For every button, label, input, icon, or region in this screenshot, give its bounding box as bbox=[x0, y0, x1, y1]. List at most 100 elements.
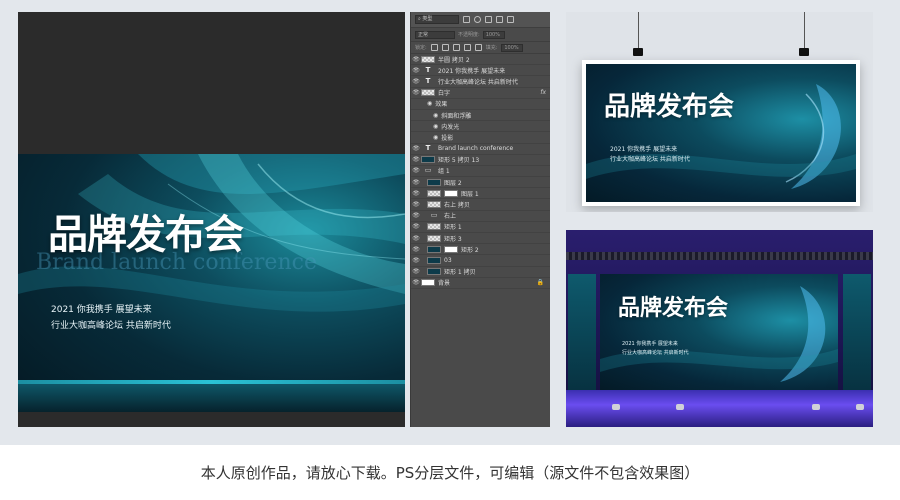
layer-filter-select[interactable]: ⌕ 类型 bbox=[415, 15, 459, 24]
layers-panel: ⌕ 类型 正常 不透明度: 100% 锁定: 填充: 100% 👁 半圆 拷贝 2… bbox=[410, 12, 550, 427]
visibility-eye-icon[interactable]: 👁 bbox=[411, 223, 421, 230]
photoshop-canvas[interactable]: Brand launch conference 品牌发布会 2021 你我携手 … bbox=[18, 12, 405, 427]
blend-mode-select[interactable]: 正常 bbox=[415, 30, 455, 39]
visibility-eye-icon[interactable]: 👁 bbox=[411, 268, 421, 275]
layer-row[interactable]: 👁 矩形 1 拷贝 bbox=[411, 267, 550, 278]
layer-row[interactable]: ◉ 内发光 bbox=[411, 121, 550, 133]
layer-name: 矩形 3 bbox=[444, 235, 462, 243]
layer-row[interactable]: ◉ 投影 bbox=[411, 132, 550, 144]
lock-artboard-icon[interactable] bbox=[463, 44, 471, 51]
visibility-eye-icon[interactable]: 👁 bbox=[411, 190, 421, 197]
visibility-eye-icon[interactable]: 👁 bbox=[411, 56, 421, 63]
text-layer-icon: T bbox=[425, 65, 431, 74]
visibility-eye-icon[interactable]: 👁 bbox=[411, 67, 421, 74]
lock-all-icon[interactable] bbox=[474, 44, 482, 51]
layer-row[interactable]: 👁 T Brand launch conference bbox=[411, 144, 550, 155]
layer-name: 矩形 5 拷贝 13 bbox=[438, 157, 480, 165]
layer-name: 行业大咖高峰论坛 共启新时代 bbox=[438, 78, 518, 86]
layer-effects-icon[interactable]: fx bbox=[540, 89, 546, 96]
layer-thumbnail bbox=[427, 245, 441, 253]
lock-label: 锁定: bbox=[415, 45, 427, 51]
visibility-eye-icon[interactable]: 👁 bbox=[411, 212, 421, 219]
visibility-eye-icon[interactable]: 👁 bbox=[411, 145, 421, 152]
lock-move-icon[interactable] bbox=[452, 44, 460, 51]
fill-input[interactable]: 100% bbox=[501, 43, 524, 52]
layer-row[interactable]: 👁 白字 fx bbox=[411, 88, 550, 99]
visibility-eye-icon[interactable]: 👁 bbox=[411, 235, 421, 242]
hanging-wire-right bbox=[804, 12, 805, 48]
visibility-eye-icon[interactable]: 👁 bbox=[411, 78, 421, 85]
layer-mask-thumbnail[interactable] bbox=[444, 245, 458, 253]
visibility-eye-icon[interactable]: 👁 bbox=[411, 167, 421, 174]
stage-title: 品牌发布会 bbox=[618, 295, 729, 321]
artwork-line-2: 行业大咖高峰论坛 共启新时代 bbox=[51, 321, 171, 331]
layer-name: 矩形 1 bbox=[444, 224, 462, 232]
artwork-ground bbox=[18, 384, 405, 412]
opacity-input[interactable]: 100% bbox=[482, 30, 505, 39]
layer-mask-thumbnail[interactable] bbox=[444, 189, 458, 197]
stage-side-screen-right bbox=[843, 274, 871, 390]
layer-row[interactable]: 👁 矩形 5 拷贝 13 bbox=[411, 155, 550, 166]
lock-pixels-icon[interactable] bbox=[430, 44, 438, 51]
type-filter-icon[interactable] bbox=[485, 16, 492, 23]
layer-name: Brand launch conference bbox=[438, 145, 514, 153]
layer-row[interactable]: 👁 半圆 拷贝 2 bbox=[411, 54, 550, 66]
stage-truss bbox=[566, 252, 873, 260]
banner-feather-graphic bbox=[586, 84, 856, 189]
layer-row[interactable]: 👁 图层 2 bbox=[411, 177, 550, 189]
effect-visibility-icon[interactable]: ◉ bbox=[427, 100, 432, 107]
stage-light-icon bbox=[612, 404, 620, 410]
layer-name: 背景 bbox=[438, 280, 451, 288]
stage-side-screen-left bbox=[568, 274, 596, 390]
layer-row[interactable]: 👁 右上 拷贝 bbox=[411, 199, 550, 211]
layer-name: 2021 你我携手 展望未来 bbox=[438, 67, 506, 75]
layer-row[interactable]: 👁 T 行业大咖高峰论坛 共启新时代 bbox=[411, 76, 550, 88]
layer-row[interactable]: 👁 ▭ 组 1 bbox=[411, 166, 550, 178]
effect-visibility-icon[interactable]: ◉ bbox=[433, 112, 438, 119]
banner-line-2: 行业大咖高峰论坛 共启新时代 bbox=[610, 156, 690, 163]
layer-name: 效果 bbox=[435, 101, 448, 109]
lock-paint-icon[interactable] bbox=[441, 44, 449, 51]
layer-thumbnail bbox=[427, 223, 441, 231]
layer-row[interactable]: 👁 矩形 1 bbox=[411, 222, 550, 233]
visibility-eye-icon[interactable]: 👁 bbox=[411, 156, 421, 163]
shape-filter-icon[interactable] bbox=[496, 16, 503, 23]
layer-row[interactable]: 👁 矩形 3 bbox=[411, 233, 550, 245]
smart-object-filter-icon[interactable] bbox=[507, 16, 514, 23]
artboard: Brand launch conference 品牌发布会 2021 你我携手 … bbox=[18, 154, 405, 412]
layer-row[interactable]: ◉ 效果 bbox=[411, 99, 550, 110]
visibility-eye-icon[interactable]: 👁 bbox=[411, 179, 421, 186]
layer-name: 图层 1 bbox=[461, 190, 479, 198]
text-layer-icon: T bbox=[425, 76, 431, 85]
stage-light-icon bbox=[812, 404, 820, 410]
layer-row[interactable]: 👁 T 2021 你我携手 展望未来 bbox=[411, 65, 550, 77]
layer-row[interactable]: 👁 图层 1 bbox=[411, 188, 550, 200]
adjustment-filter-icon[interactable] bbox=[474, 16, 481, 23]
layer-row[interactable]: 👁 03 bbox=[411, 255, 550, 267]
layer-name: 图层 2 bbox=[444, 179, 462, 187]
hanging-wire-left bbox=[638, 12, 639, 48]
banner-line-1: 2021 你我携手 展望未来 bbox=[610, 146, 678, 153]
folder-icon: ▭ bbox=[430, 211, 438, 220]
effect-visibility-icon[interactable]: ◉ bbox=[433, 134, 438, 141]
pixel-filter-icon[interactable] bbox=[463, 16, 470, 23]
visibility-eye-icon[interactable]: 👁 bbox=[411, 279, 421, 286]
layer-name: 组 1 bbox=[438, 168, 450, 176]
layer-thumbnail bbox=[427, 268, 441, 276]
layer-name: 右上 拷贝 bbox=[444, 202, 470, 210]
visibility-eye-icon[interactable]: 👁 bbox=[411, 89, 421, 96]
visibility-eye-icon[interactable]: 👁 bbox=[411, 246, 421, 253]
effect-visibility-icon[interactable]: ◉ bbox=[433, 123, 438, 130]
layer-name: 矩形 2 bbox=[461, 246, 479, 254]
layer-row[interactable]: 👁 背景 🔒 bbox=[411, 278, 550, 289]
layer-list: 👁 半圆 拷贝 2 👁 T 2021 你我携手 展望未来 👁 T 行业大咖高峰论坛 共启新时代… bbox=[411, 54, 550, 289]
layer-name: 斜面和浮雕 bbox=[441, 112, 472, 120]
stage-light-icon bbox=[856, 404, 864, 410]
visibility-eye-icon[interactable]: 👁 bbox=[411, 201, 421, 208]
visibility-eye-icon[interactable]: 👁 bbox=[411, 257, 421, 264]
layer-row[interactable]: ◉ 斜面和浮雕 bbox=[411, 110, 550, 122]
layer-row[interactable]: 👁 ▭ 右上 bbox=[411, 211, 550, 222]
layer-row[interactable]: 👁 矩形 2 bbox=[411, 244, 550, 256]
wave-graphic bbox=[18, 154, 405, 312]
lock-icon: 🔒 bbox=[536, 279, 544, 287]
